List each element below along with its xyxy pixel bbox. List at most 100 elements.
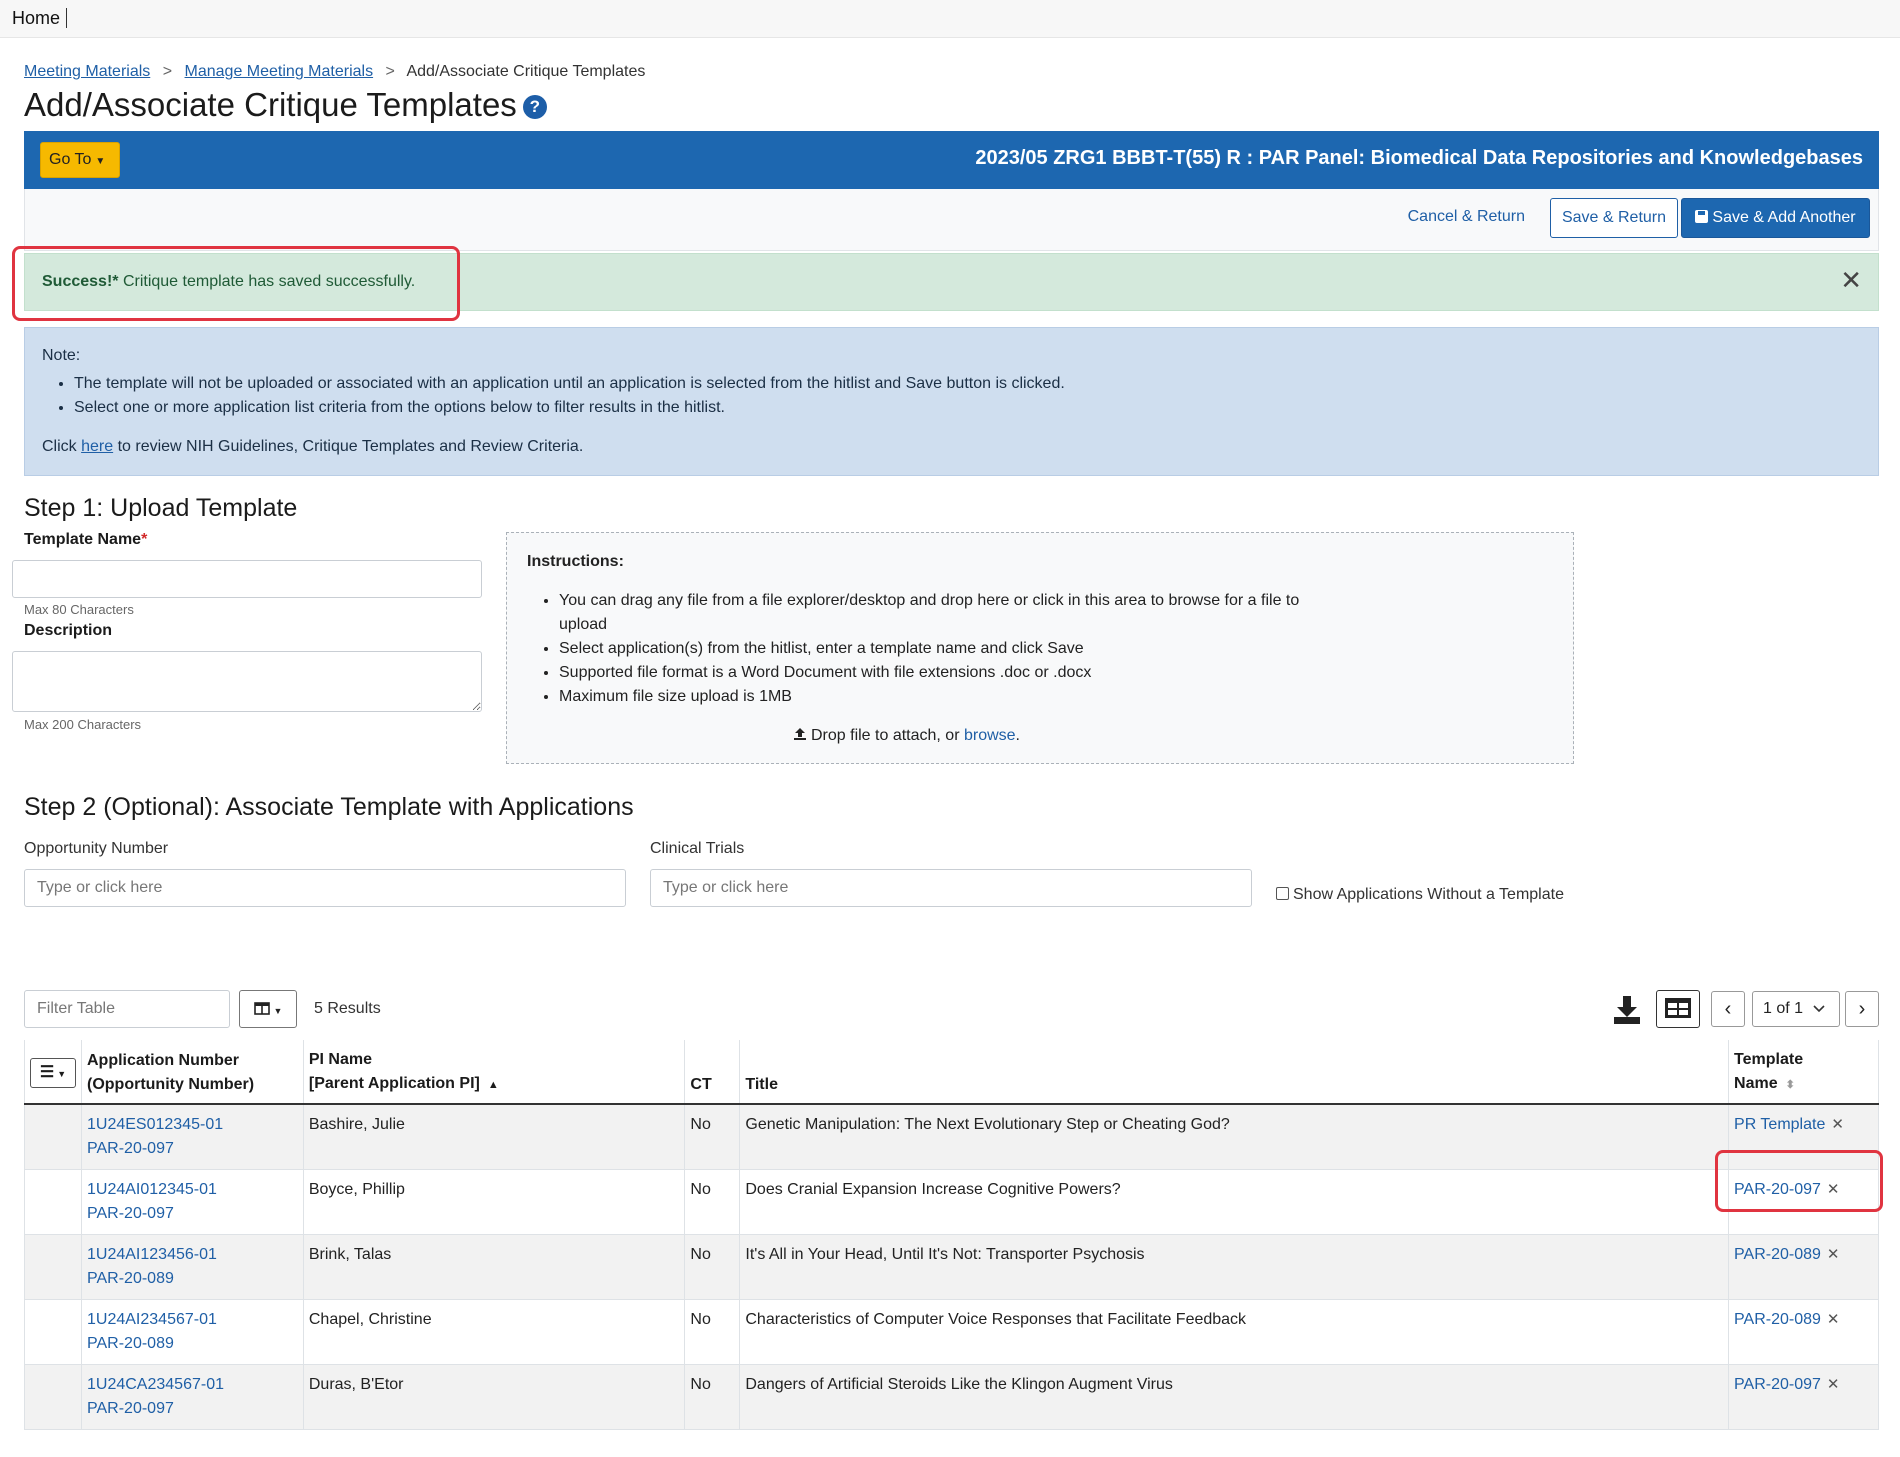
remove-icon[interactable]: ✕ bbox=[1831, 1116, 1844, 1133]
template-link[interactable]: PAR-20-089 bbox=[1734, 1311, 1821, 1328]
step2-title: Step 2 (Optional): Associate Template wi… bbox=[24, 793, 634, 821]
breadcrumb-manage-meeting-materials[interactable]: Manage Meeting Materials bbox=[185, 63, 374, 80]
results-count: 5 Results bbox=[314, 1000, 381, 1017]
template-link[interactable]: PAR-20-089 bbox=[1734, 1246, 1821, 1263]
prev-page-button[interactable]: ‹ bbox=[1711, 991, 1745, 1027]
template-link[interactable]: PAR-20-097 bbox=[1734, 1181, 1821, 1198]
header-line: Application Number bbox=[87, 1052, 240, 1069]
success-strong: Success!* bbox=[42, 273, 119, 290]
table-row: 1U24AI123456-01 PAR-20-089 Brink, Talas N… bbox=[24, 1234, 1879, 1300]
application-number-header[interactable]: Application Number (Opportunity Number) bbox=[81, 1040, 304, 1105]
pi-name-cell: Bashire, Julie bbox=[302, 1104, 685, 1170]
template-name-input[interactable] bbox=[12, 560, 482, 598]
template-name-hint: Max 80 Characters bbox=[24, 602, 134, 617]
application-number-link[interactable]: 1U24AI012345-01 bbox=[87, 1178, 298, 1202]
menu-icon: ☰ bbox=[39, 1063, 55, 1081]
application-number-link[interactable]: 1U24ES012345-01 bbox=[87, 1113, 298, 1137]
application-cell: 1U24AI123456-01 PAR-20-089 bbox=[81, 1234, 304, 1300]
opportunity-number-link[interactable]: PAR-20-089 bbox=[87, 1267, 298, 1291]
select-column-header: ☰ ▼ bbox=[24, 1040, 82, 1105]
note-panel: Note: The template will not be uploaded … bbox=[24, 327, 1879, 476]
description-label: Description bbox=[24, 622, 113, 639]
remove-icon[interactable]: ✕ bbox=[1827, 1311, 1840, 1328]
opportunity-input[interactable] bbox=[24, 869, 626, 907]
title-cell: It's All in Your Head, Until It's Not: T… bbox=[739, 1234, 1729, 1300]
application-number-link[interactable]: 1U24AI123456-01 bbox=[87, 1243, 298, 1267]
breadcrumb-meeting-materials[interactable]: Meeting Materials bbox=[24, 63, 150, 80]
opportunity-number-link[interactable]: PAR-20-097 bbox=[87, 1202, 298, 1226]
meeting-header-bar: Go To ▼ 2023/05 ZRG1 BBBT-T(55) R : PAR P… bbox=[24, 131, 1879, 189]
header-line: (Opportunity Number) bbox=[87, 1076, 255, 1093]
opportunity-number-link[interactable]: PAR-20-089 bbox=[87, 1332, 298, 1356]
caret-down-icon: ▼ bbox=[273, 1006, 283, 1016]
remove-icon[interactable]: ✕ bbox=[1827, 1246, 1840, 1263]
description-hint: Max 200 Characters bbox=[24, 717, 142, 732]
template-link[interactable]: PR Template bbox=[1734, 1116, 1825, 1133]
note-item: Select one or more application list crit… bbox=[74, 396, 1065, 420]
select-cell[interactable] bbox=[24, 1299, 82, 1365]
pi-name-header[interactable]: PI Name [Parent Application PI] ▲ bbox=[302, 1040, 685, 1105]
application-cell: 1U24AI234567-01 PAR-20-089 bbox=[81, 1299, 304, 1365]
next-page-button[interactable]: › bbox=[1845, 991, 1879, 1027]
close-icon[interactable]: ✕ bbox=[1840, 267, 1862, 293]
filter-table-input[interactable] bbox=[24, 990, 230, 1028]
save-add-another-button[interactable]: Save & Add Another bbox=[1681, 198, 1870, 238]
caret-down-icon: ▼ bbox=[57, 1068, 67, 1079]
guidelines-prefix: Click bbox=[42, 438, 82, 455]
columns-icon bbox=[253, 1002, 270, 1015]
pi-name-cell: Brink, Talas bbox=[302, 1234, 685, 1300]
ct-header[interactable]: CT bbox=[684, 1040, 740, 1105]
title-cell: Does Cranial Expansion Increase Cognitiv… bbox=[739, 1169, 1729, 1235]
page-select[interactable]: 1 of 1 bbox=[1752, 991, 1840, 1027]
note-label: Note: bbox=[42, 347, 81, 364]
table-row: 1U24ES012345-01 PAR-20-097 Bashire, Julie… bbox=[24, 1104, 1879, 1170]
sort-icon: ⬍ bbox=[1785, 1079, 1795, 1091]
sort-ascending-icon: ▲ bbox=[487, 1079, 499, 1091]
browse-link[interactable]: browse bbox=[964, 727, 1016, 744]
select-cell[interactable] bbox=[24, 1169, 82, 1235]
template-name-header[interactable]: Template Name ⬍ bbox=[1728, 1040, 1879, 1105]
clinical-trials-input[interactable] bbox=[650, 869, 1252, 907]
pi-name-cell: Chapel, Christine bbox=[302, 1299, 685, 1365]
remove-icon[interactable]: ✕ bbox=[1827, 1181, 1840, 1198]
save-icon bbox=[1695, 210, 1709, 223]
select-cell[interactable] bbox=[24, 1104, 82, 1170]
drop-text: Drop file to attach, or bbox=[811, 727, 964, 744]
guidelines-line: Click here to review NIH Guidelines, Cri… bbox=[42, 438, 583, 456]
application-number-link[interactable]: 1U24CA234567-01 bbox=[87, 1373, 298, 1397]
table-row: 1U24CA234567-01 PAR-20-097 Duras, B'Etor … bbox=[24, 1364, 1879, 1430]
caret-down-icon: ▼ bbox=[95, 156, 106, 167]
goto-dropdown-button[interactable]: Go To ▼ bbox=[40, 142, 120, 178]
grid-icon bbox=[1665, 997, 1691, 1018]
breadcrumb-separator: > bbox=[162, 63, 173, 80]
home-link[interactable]: Home bbox=[12, 8, 68, 28]
application-cell: 1U24ES012345-01 PAR-20-097 bbox=[81, 1104, 304, 1170]
save-return-button[interactable]: Save & Return bbox=[1550, 198, 1678, 238]
show-without-template-checkbox[interactable] bbox=[1276, 887, 1289, 900]
table-view-toggle[interactable] bbox=[1656, 990, 1700, 1028]
pi-name-cell: Duras, B'Etor bbox=[302, 1364, 685, 1430]
opportunity-number-link[interactable]: PAR-20-097 bbox=[87, 1397, 298, 1421]
column-chooser-button[interactable]: ▼ bbox=[239, 990, 297, 1028]
opportunity-number-link[interactable]: PAR-20-097 bbox=[87, 1137, 298, 1161]
guidelines-suffix: to review NIH Guidelines, Critique Templ… bbox=[113, 438, 584, 455]
file-dropzone[interactable]: Instructions: You can drag any file from… bbox=[506, 532, 1574, 764]
table-header-row: ☰ ▼ Application Number (Opportunity Numbe… bbox=[24, 1040, 1879, 1105]
breadcrumb-separator: > bbox=[385, 63, 395, 80]
template-link[interactable]: PAR-20-097 bbox=[1734, 1376, 1821, 1393]
application-number-link[interactable]: 1U24AI234567-01 bbox=[87, 1308, 298, 1332]
description-textarea[interactable] bbox=[12, 651, 482, 712]
instruction-item: Select application(s) from the hitlist, … bbox=[559, 637, 1327, 661]
ct-cell: No bbox=[684, 1299, 740, 1365]
title-header[interactable]: Title bbox=[739, 1040, 1729, 1105]
select-cell[interactable] bbox=[24, 1364, 82, 1430]
cancel-return-button[interactable]: Cancel & Return bbox=[1402, 207, 1531, 227]
help-icon[interactable]: ? bbox=[522, 95, 547, 120]
select-cell[interactable] bbox=[24, 1234, 82, 1300]
pi-name-cell: Boyce, Phillip bbox=[302, 1169, 685, 1235]
row-menu-button[interactable]: ☰ ▼ bbox=[30, 1057, 76, 1088]
ct-cell: No bbox=[684, 1234, 740, 1300]
remove-icon[interactable]: ✕ bbox=[1827, 1376, 1840, 1393]
download-icon[interactable] bbox=[1613, 995, 1641, 1025]
guidelines-here-link[interactable]: here bbox=[81, 438, 113, 455]
